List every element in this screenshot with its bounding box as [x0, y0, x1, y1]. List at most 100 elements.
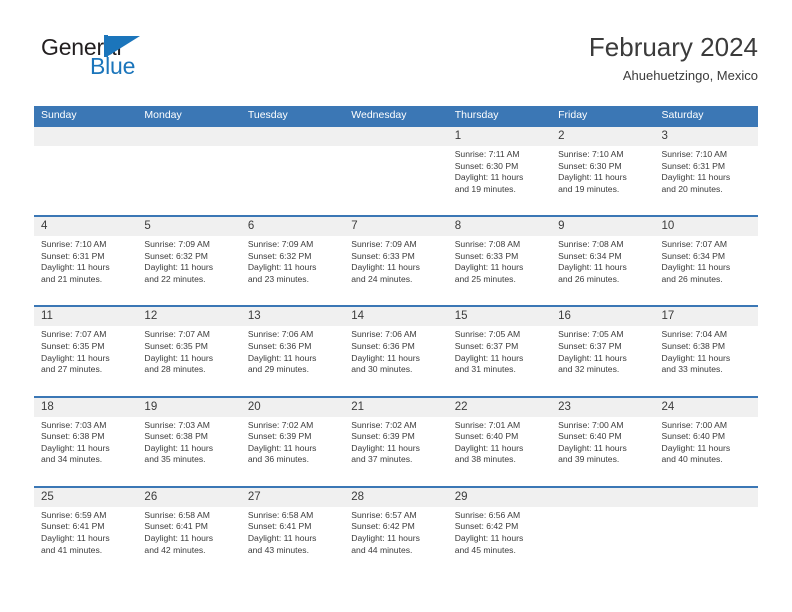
day-cell[interactable]: 21 Sunrise: 7:02 AM Sunset: 6:39 PM Dayl…	[344, 398, 447, 486]
day-details: Sunrise: 7:04 AM Sunset: 6:38 PM Dayligh…	[662, 326, 758, 375]
day-cell[interactable]: 12 Sunrise: 7:07 AM Sunset: 6:35 PM Dayl…	[137, 307, 240, 395]
day-cell[interactable]: 26 Sunrise: 6:58 AM Sunset: 6:41 PM Dayl…	[137, 488, 240, 576]
day-number: 23	[558, 400, 571, 413]
calendar-week-row: 25 Sunrise: 6:59 AM Sunset: 6:41 PM Dayl…	[34, 485, 758, 576]
day-cell[interactable]: 13 Sunrise: 7:06 AM Sunset: 6:36 PM Dayl…	[241, 307, 344, 395]
day-cell[interactable]: 16 Sunrise: 7:05 AM Sunset: 6:37 PM Dayl…	[551, 307, 654, 395]
day-cell[interactable]: 27 Sunrise: 6:58 AM Sunset: 6:41 PM Dayl…	[241, 488, 344, 576]
day-number: 21	[351, 400, 365, 413]
weekday-header-sunday: Sunday	[41, 109, 77, 121]
sunset-text: Sunset: 6:33 PM	[351, 250, 415, 261]
day-cell[interactable]: 7 Sunrise: 7:09 AM Sunset: 6:33 PM Dayli…	[344, 217, 447, 305]
sunrise-text: Sunrise: 7:07 AM	[41, 329, 107, 340]
day-cell[interactable]: 4 Sunrise: 7:10 AM Sunset: 6:31 PM Dayli…	[34, 217, 137, 305]
daylight-text-line2: and 26 minutes.	[661, 273, 723, 284]
sunset-text: Sunset: 6:38 PM	[661, 340, 726, 351]
daylight-text-line2: and 31 minutes.	[454, 364, 516, 375]
daylight-text-line1: Daylight: 11 hours	[661, 172, 731, 183]
day-cell[interactable]: 28 Sunrise: 6:57 AM Sunset: 6:42 PM Dayl…	[344, 488, 447, 576]
day-cell[interactable]: 11 Sunrise: 7:07 AM Sunset: 6:35 PM Dayl…	[34, 307, 137, 395]
weekday-header-monday: Monday	[144, 109, 182, 121]
day-cell[interactable]: 6 Sunrise: 7:09 AM Sunset: 6:32 PM Dayli…	[241, 217, 344, 305]
day-number: 14	[351, 310, 365, 323]
day-details: Sunrise: 7:08 AM Sunset: 6:33 PM Dayligh…	[455, 236, 551, 285]
day-cell	[344, 127, 447, 215]
sunrise-text: Sunrise: 7:05 AM	[454, 329, 521, 340]
sunset-text: Sunset: 6:37 PM	[558, 340, 622, 351]
daylight-text-line2: and 26 minutes.	[558, 273, 620, 284]
day-cell[interactable]: 3 Sunrise: 7:10 AM Sunset: 6:31 PM Dayli…	[655, 127, 758, 215]
daylight-text-line2: and 27 minutes.	[41, 364, 103, 375]
day-cell[interactable]: 24 Sunrise: 7:00 AM Sunset: 6:40 PM Dayl…	[655, 398, 758, 486]
sunrise-text: Sunrise: 7:08 AM	[454, 239, 521, 250]
daylight-text-line2: and 19 minutes.	[454, 183, 516, 194]
daylight-text-line2: and 45 minutes.	[454, 544, 516, 555]
daylight-text-line1: Daylight: 11 hours	[454, 262, 524, 273]
day-cell[interactable]: 9 Sunrise: 7:08 AM Sunset: 6:34 PM Dayli…	[551, 217, 654, 305]
sunset-text: Sunset: 6:39 PM	[247, 431, 312, 442]
day-cell[interactable]: 23 Sunrise: 7:00 AM Sunset: 6:40 PM Dayl…	[551, 398, 654, 486]
sunrise-text: Sunrise: 7:10 AM	[41, 239, 107, 250]
day-number: 6	[247, 220, 255, 233]
general-blue-logo[interactable]: General Blue	[34, 34, 254, 94]
sunset-text: Sunset: 6:30 PM	[558, 160, 622, 171]
day-cell[interactable]: 5 Sunrise: 7:09 AM Sunset: 6:32 PM Dayli…	[137, 217, 240, 305]
day-cell[interactable]: 15 Sunrise: 7:05 AM Sunset: 6:37 PM Dayl…	[448, 307, 551, 395]
day-number: 1	[454, 130, 462, 142]
day-number: 22	[454, 400, 468, 413]
day-cell	[655, 488, 758, 576]
day-details: Sunrise: 7:06 AM Sunset: 6:36 PM Dayligh…	[351, 326, 447, 375]
logo-text-blue: Blue	[90, 53, 136, 79]
daylight-text-line2: and 36 minutes.	[247, 454, 309, 465]
day-cell[interactable]: 19 Sunrise: 7:03 AM Sunset: 6:38 PM Dayl…	[137, 398, 240, 486]
day-cell[interactable]: 10 Sunrise: 7:07 AM Sunset: 6:34 PM Dayl…	[655, 217, 758, 305]
day-cell[interactable]: 18 Sunrise: 7:03 AM Sunset: 6:38 PM Dayl…	[34, 398, 137, 486]
daylight-text-line1: Daylight: 11 hours	[454, 352, 524, 363]
sunset-text: Sunset: 6:36 PM	[351, 340, 415, 351]
daylight-text-line2: and 41 minutes.	[41, 544, 103, 555]
day-cell[interactable]: 8 Sunrise: 7:08 AM Sunset: 6:33 PM Dayli…	[448, 217, 551, 305]
day-number: 17	[661, 310, 675, 323]
day-cell	[34, 127, 137, 215]
sunset-text: Sunset: 6:40 PM	[661, 431, 726, 442]
day-number: 19	[144, 400, 158, 413]
day-cell[interactable]: 14 Sunrise: 7:06 AM Sunset: 6:36 PM Dayl…	[344, 307, 447, 395]
weekday-header-tuesday: Tuesday	[247, 109, 288, 121]
daylight-text-line1: Daylight: 11 hours	[351, 352, 420, 363]
day-details: Sunrise: 7:05 AM Sunset: 6:37 PM Dayligh…	[558, 326, 654, 375]
day-details: Sunrise: 7:03 AM Sunset: 6:38 PM Dayligh…	[144, 417, 240, 466]
sunrise-text: Sunrise: 7:07 AM	[144, 329, 210, 340]
day-cell[interactable]: 2 Sunrise: 7:10 AM Sunset: 6:30 PM Dayli…	[551, 127, 654, 215]
day-cell[interactable]: 29 Sunrise: 6:56 AM Sunset: 6:42 PM Dayl…	[448, 488, 551, 576]
calendar-week-row: 4 Sunrise: 7:10 AM Sunset: 6:31 PM Dayli…	[34, 215, 758, 305]
day-cell[interactable]: 1 Sunrise: 7:11 AM Sunset: 6:30 PM Dayli…	[448, 127, 551, 215]
sunset-text: Sunset: 6:42 PM	[351, 521, 415, 532]
daylight-text-line2: and 30 minutes.	[351, 364, 413, 375]
weekday-header-friday: Friday	[558, 109, 588, 121]
daylight-text-line2: and 24 minutes.	[351, 273, 413, 284]
day-number: 13	[247, 310, 261, 323]
day-details: Sunrise: 6:57 AM Sunset: 6:42 PM Dayligh…	[351, 507, 447, 556]
sunrise-text: Sunrise: 7:09 AM	[144, 239, 210, 250]
day-number: 20	[247, 400, 261, 413]
day-cell[interactable]: 25 Sunrise: 6:59 AM Sunset: 6:41 PM Dayl…	[34, 488, 137, 576]
sunrise-text: Sunrise: 7:10 AM	[558, 149, 624, 159]
daylight-text-line2: and 29 minutes.	[247, 364, 309, 375]
sunset-text: Sunset: 6:33 PM	[454, 250, 519, 261]
daylight-text-line2: and 34 minutes.	[41, 454, 103, 465]
sunrise-text: Sunrise: 7:05 AM	[558, 329, 624, 340]
sunset-text: Sunset: 6:41 PM	[144, 521, 208, 532]
sunset-text: Sunset: 6:36 PM	[247, 340, 312, 351]
day-cell[interactable]: 22 Sunrise: 7:01 AM Sunset: 6:40 PM Dayl…	[448, 398, 551, 486]
day-number: 18	[41, 400, 54, 413]
day-number: 8	[454, 220, 462, 233]
sunset-text: Sunset: 6:31 PM	[661, 160, 726, 171]
daylight-text-line2: and 43 minutes.	[247, 544, 309, 555]
day-cell[interactable]: 20 Sunrise: 7:02 AM Sunset: 6:39 PM Dayl…	[241, 398, 344, 486]
sunset-text: Sunset: 6:35 PM	[41, 340, 105, 351]
day-details: Sunrise: 7:05 AM Sunset: 6:37 PM Dayligh…	[455, 326, 551, 375]
sunrise-text: Sunrise: 6:58 AM	[144, 509, 210, 520]
day-cell[interactable]: 17 Sunrise: 7:04 AM Sunset: 6:38 PM Dayl…	[655, 307, 758, 395]
calendar-week-row: 18 Sunrise: 7:03 AM Sunset: 6:38 PM Dayl…	[34, 395, 758, 486]
daylight-text-line2: and 35 minutes.	[144, 454, 206, 465]
